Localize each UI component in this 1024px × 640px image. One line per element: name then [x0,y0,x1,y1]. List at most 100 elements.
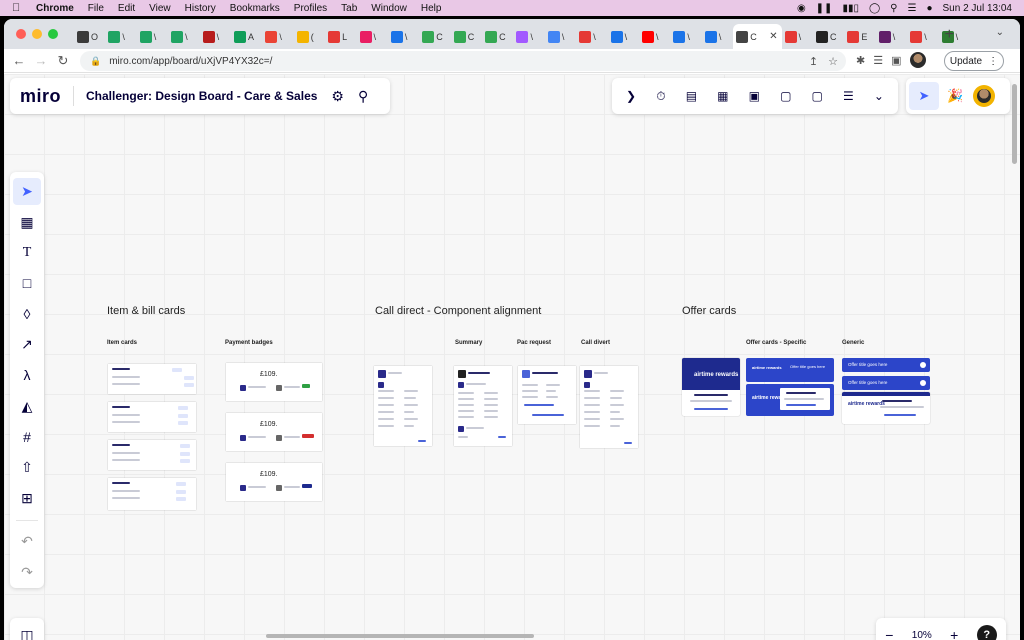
siri-icon[interactable]: ● [926,3,932,14]
creative-cloud-icon[interactable]: ◉ [797,3,806,14]
summary-card[interactable] [454,366,512,446]
item-card[interactable] [108,478,196,510]
board-title[interactable]: Challenger: Design Board - Care & Sales [86,89,317,103]
browser-tab[interactable]: O [74,24,105,49]
frame-label[interactable]: Generic [842,340,864,346]
section-title[interactable]: Call direct - Component alignment [375,305,541,317]
side-panel-icon[interactable]: ▣ [891,54,901,67]
frame-icon[interactable]: # [13,424,41,451]
menu-bookmarks[interactable]: Bookmarks [230,3,280,14]
lock-icon[interactable]: 🔒 [90,56,101,67]
address-bar[interactable]: 🔒 miro.com/app/board/uXjVP4YX32c=/ ↥ ☆ [80,51,846,71]
browser-tab[interactable]: \ [513,24,544,49]
browser-tab[interactable]: C [451,24,482,49]
payment-badge-card[interactable]: £109. [226,413,322,451]
voting-icon[interactable]: ▤ [686,89,697,103]
menu-profiles[interactable]: Profiles [294,3,327,14]
horizontal-scrollbar[interactable] [266,634,534,638]
app-3b-icon[interactable]: ▢ [812,89,823,103]
app-3-icon[interactable]: ▢ [780,89,791,103]
browser-tab[interactable]: \ [388,24,419,49]
minimize-window-button[interactable] [32,29,42,39]
comment-icon[interactable]: ◭ [13,393,41,420]
zoom-window-button[interactable] [48,29,58,39]
url-text[interactable]: miro.com/app/board/uXjVP4YX32c=/ [109,56,272,67]
focus-icon[interactable]: ▣ [749,89,760,103]
add-more-icon[interactable]: ⊞ [13,485,41,512]
payment-badge-card[interactable]: £109. [226,463,322,501]
wifi-icon[interactable]: ◯ [869,3,880,14]
offer-card-generic[interactable]: airtime rewards [842,392,930,424]
user-avatar[interactable] [973,85,996,107]
browser-tab[interactable]: C ✕ [733,24,782,49]
redo-icon[interactable]: ↷ [13,559,41,586]
shapes-icon[interactable]: ◊ [13,301,41,328]
spotlight-icon[interactable]: ⚲ [890,3,897,14]
browser-tab[interactable]: ( [294,24,325,49]
undo-icon[interactable]: ↶ [13,529,41,556]
sticky-note-icon[interactable]: □ [13,270,41,297]
offer-card-generic[interactable]: Offer title goes here [842,358,930,372]
item-card[interactable] [108,364,196,394]
offer-card-specific[interactable]: airtime rewards Offer title goes here [746,358,834,382]
vertical-scrollbar[interactable] [1012,84,1017,164]
help-icon[interactable]: ? [976,625,997,640]
battery-icon[interactable]: ▮▮▯ [842,3,859,14]
timer-icon[interactable]: ⏱ [656,89,665,104]
browser-tab[interactable]: A [231,24,262,49]
share-icon[interactable]: ↥ [809,55,818,68]
forward-icon[interactable]: → [30,53,52,68]
upload-icon[interactable]: ⇧ [13,454,41,481]
pen-icon[interactable]: λ [13,362,41,389]
browser-tab[interactable]: \ [907,24,938,49]
browser-tab[interactable]: \ [782,24,813,49]
menu-edit[interactable]: Edit [118,3,135,14]
reload-icon[interactable]: ↻ [52,53,74,69]
menu-app[interactable]: Chrome [36,3,74,14]
settings-gear-icon[interactable]: ⚙ [331,88,344,105]
browser-tab[interactable]: \ [137,24,168,49]
profile-avatar[interactable] [909,52,926,68]
frames-panel-toggle-icon[interactable]: ◫ [10,618,44,640]
browser-tab[interactable]: \ [262,24,293,49]
item-card[interactable] [108,402,196,432]
extensions-icon[interactable]: ✱ [856,54,865,67]
control-center-icon[interactable]: ☰ [907,3,916,14]
browser-tab[interactable]: C [813,24,844,49]
zoom-in-icon[interactable]: + [950,627,958,640]
bookmark-star-icon[interactable]: ☆ [828,55,838,68]
payment-badge-card[interactable]: £109. [226,363,322,401]
miro-board-canvas[interactable]: miro Challenger: Design Board - Care & S… [4,74,1020,640]
reactions-party-icon[interactable]: 🎉 [947,88,963,104]
notes-icon[interactable]: ☰ [843,89,854,103]
browser-tab[interactable]: \ [357,24,388,49]
frame-label[interactable]: Item cards [107,340,137,346]
close-tab-icon[interactable]: ✕ [769,31,777,42]
text-icon[interactable]: T [13,239,41,266]
close-window-button[interactable] [16,29,26,39]
search-icon[interactable]: ⚲ [358,88,368,105]
frame-label[interactable]: Call divert [581,340,610,346]
menu-window[interactable]: Window [371,3,407,14]
item-card[interactable] [108,440,196,470]
browser-tab[interactable]: \ [576,24,607,49]
browser-tab[interactable]: \ [939,24,970,49]
browser-tab[interactable]: \ [168,24,199,49]
expand-chevron-icon[interactable]: ❯ [626,89,636,103]
clock[interactable]: Sun 2 Jul 13:04 [943,3,1013,14]
zoom-out-icon[interactable]: − [885,627,893,640]
browser-tab[interactable]: \ [200,24,231,49]
apple-icon[interactable]:  [12,2,26,14]
tab-search-chevron-icon[interactable]: ⌄ [996,27,1004,38]
new-tab-button[interactable]: + [945,26,954,44]
collaborator-cursor-icon[interactable]: ➤ [909,82,939,110]
pac-request-card[interactable] [518,366,576,424]
browser-tab[interactable]: \ [608,24,639,49]
offer-card-specific[interactable]: airtime rewards [746,384,834,416]
menu-help[interactable]: Help [421,3,442,14]
browser-tab[interactable]: \ [639,24,670,49]
back-icon[interactable]: ← [8,53,30,68]
reading-list-icon[interactable]: ☰ [873,54,883,67]
browser-tab[interactable]: \ [545,24,576,49]
offer-card[interactable]: airtime rewards [682,358,740,416]
